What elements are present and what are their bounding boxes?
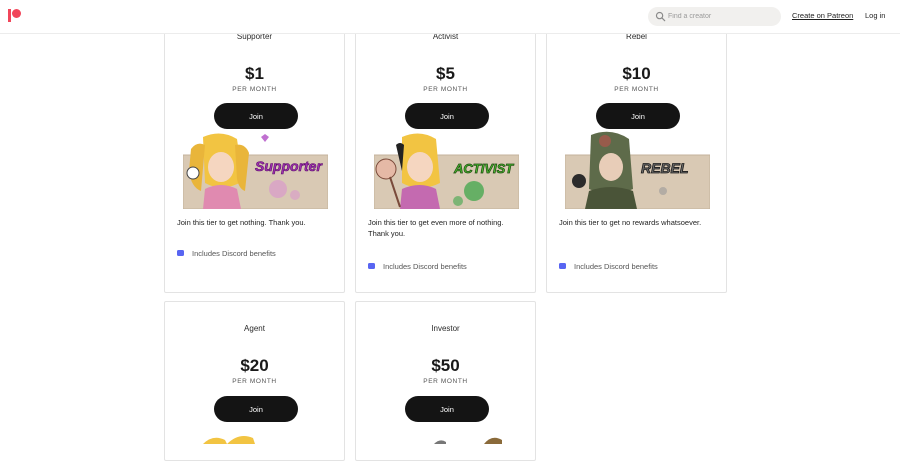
tier-period: PER MONTH	[423, 86, 468, 93]
discord-benefit: Includes Discord benefits	[177, 249, 276, 258]
tier-description: Join this tier to get even more of nothi…	[368, 218, 504, 238]
discord-benefit: Includes Discord benefits	[368, 262, 467, 271]
join-button-rebel[interactable]: Join	[596, 103, 680, 129]
benefit-label: Includes Discord benefits	[383, 262, 467, 271]
join-button-agent[interactable]: Join	[214, 396, 298, 422]
tier-period: PER MONTH	[232, 86, 277, 93]
discord-benefit: Includes Discord benefits	[559, 262, 658, 271]
join-button-activist[interactable]: Join	[405, 103, 489, 129]
svg-text:Supporter: Supporter	[255, 158, 323, 174]
svg-text:REBEL: REBEL	[641, 160, 688, 176]
top-nav-bar: Create on Patreon Log in	[0, 0, 900, 34]
tier-period: PER MONTH	[232, 378, 277, 385]
tier-name: Agent	[244, 324, 265, 333]
benefit-label: Includes Discord benefits	[192, 249, 276, 258]
search-icon	[655, 11, 666, 22]
discord-icon	[177, 250, 184, 257]
login-link[interactable]: Log in	[865, 11, 885, 20]
tier-card-activist: Activist $5 PER MONTH Join ACTIVIST Join…	[355, 21, 536, 293]
tier-price: $5	[436, 64, 455, 83]
tier-price: $20	[240, 356, 269, 375]
svg-text:ACTIVIST: ACTIVIST	[453, 161, 514, 176]
benefit-label: Includes Discord benefits	[574, 262, 658, 271]
tier-description: Join this tier to get no rewards whatsoe…	[559, 218, 702, 227]
supporter-banner-image: Supporter	[183, 133, 328, 209]
tier-price: $10	[622, 64, 651, 83]
rebel-banner-image: REBEL	[565, 131, 710, 209]
tier-price: $50	[431, 356, 460, 375]
tier-card-supporter: Supporter $1 PER MONTH Join Supporter Jo…	[164, 21, 345, 293]
tier-card-agent: Agent $20 PER MONTH Join	[164, 301, 345, 461]
patreon-logo-icon[interactable]	[8, 9, 21, 22]
discord-icon	[559, 263, 566, 270]
tier-price: $1	[245, 64, 264, 83]
discord-icon	[368, 263, 375, 270]
investor-banner-image	[434, 437, 502, 444]
tier-period: PER MONTH	[614, 86, 659, 93]
search-input[interactable]	[668, 8, 773, 25]
join-button-investor[interactable]: Join	[405, 396, 489, 422]
tier-description: Join this tier to get nothing. Thank you…	[177, 218, 306, 227]
tier-name: Investor	[431, 324, 460, 333]
join-button-supporter[interactable]: Join	[214, 103, 298, 129]
create-on-patreon-link[interactable]: Create on Patreon	[792, 11, 853, 20]
activist-banner-image: ACTIVIST	[374, 133, 519, 209]
agent-banner-image	[203, 436, 255, 444]
search-box[interactable]	[648, 7, 781, 26]
tier-card-rebel: Rebel $10 PER MONTH Join REBEL Join this…	[546, 21, 727, 293]
tier-period: PER MONTH	[423, 378, 468, 385]
tier-card-investor: Investor $50 PER MONTH Join	[355, 301, 536, 461]
